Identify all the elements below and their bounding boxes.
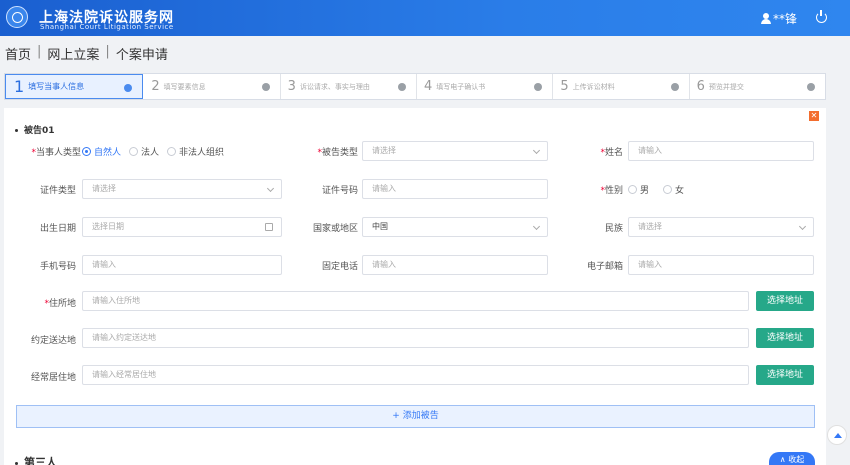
step-status-icon [124, 84, 133, 92]
radio-natural-person[interactable]: 自然人 [82, 145, 121, 158]
id-type-select[interactable]: 请选择 [82, 179, 282, 199]
step-label: 填写电子确认书 [436, 82, 486, 91]
breadcrumb-current: 个案申请 [115, 48, 168, 63]
step-status-icon [261, 83, 270, 91]
back-to-top-icon[interactable] [827, 425, 847, 445]
close-icon[interactable]: ✕ [809, 111, 819, 121]
country-select[interactable]: 中国 [362, 217, 548, 237]
breadcrumb-online-filing[interactable]: 网上立案 [47, 44, 99, 63]
landline-input[interactable]: 请输入 [362, 255, 548, 275]
user-icon [761, 13, 771, 24]
step-label: 上传诉讼材料 [572, 82, 615, 91]
username: **锋 [773, 12, 798, 26]
habitual-residence-input[interactable]: 请输入经常居住地 [82, 365, 749, 385]
service-address-label: 约定送达地 [30, 336, 76, 346]
user-menu[interactable]: **锋 [761, 10, 797, 27]
birth-date-picker[interactable]: 选择日期 [82, 217, 282, 237]
landline-label: 固定电话 [321, 262, 358, 272]
step-number: 1 [14, 77, 25, 96]
step-1[interactable]: 1 填写当事人信息 [5, 74, 144, 99]
step-status-icon [806, 83, 815, 91]
collapse-button[interactable]: ∧ 收起 [769, 452, 815, 465]
ethnicity-label: 民族 [604, 224, 623, 234]
party-type-label: *当事人类型 [31, 148, 81, 158]
logout-icon[interactable] [816, 10, 827, 23]
radio-female[interactable]: 女 [663, 183, 684, 196]
radio-circle [82, 147, 91, 156]
step-number: 3 [287, 79, 296, 94]
step-6[interactable]: 6 预览并提交 [689, 74, 825, 99]
name-input[interactable]: 请输入 [628, 141, 814, 161]
step-number: 2 [151, 79, 160, 94]
step-number: 5 [560, 79, 569, 94]
step-number: 6 [696, 79, 705, 94]
chevron-down-icon [532, 222, 541, 231]
radio-circle [663, 185, 673, 194]
radio-circle [628, 185, 637, 194]
breadcrumb: 首页 | 网上立案 | 个案申请 [5, 44, 168, 63]
breadcrumb-separator: | [105, 44, 110, 59]
defendant-type-label: *被告类型 [317, 148, 358, 158]
radio-unincorporated[interactable]: 非法人组织 [167, 145, 224, 158]
radio-male[interactable]: 男 [628, 183, 649, 196]
step-label: 预览并提交 [708, 82, 744, 91]
third-party-section-title: 第三人 [15, 454, 57, 465]
id-type-label: 证件类型 [39, 186, 76, 196]
chevron-down-icon [798, 222, 807, 231]
email-input[interactable]: 请输入 [628, 255, 814, 275]
id-number-label: 证件号码 [321, 186, 358, 196]
section-title: 被告01 [15, 123, 55, 136]
chevron-down-icon [532, 146, 541, 155]
step-status-icon [670, 83, 679, 91]
birth-date-label: 出生日期 [39, 224, 76, 234]
defendant-form-card: ✕ 被告01 *当事人类型 自然人 法人 非法人组织 *被告类型 请选择 *姓名… [4, 108, 826, 465]
breadcrumb-separator: | [37, 44, 42, 59]
step-number: 4 [423, 79, 433, 94]
step-progress: 1 填写当事人信息 2 填写要素信息 3 诉讼请求、事实与理由 4 填写电子确认… [4, 73, 826, 100]
top-header: 上海法院诉讼服务网 Shanghai Court Litigation Serv… [0, 0, 850, 36]
step-5[interactable]: 5 上传诉讼材料 [552, 74, 690, 99]
radio-circle [167, 147, 177, 156]
gender-radio-group: 男 女 [628, 183, 684, 196]
gender-label: *性别 [600, 186, 623, 196]
habitual-residence-label: 经常居住地 [30, 373, 76, 383]
defendant-type-select[interactable]: 请选择 [362, 141, 548, 161]
step-status-icon [397, 83, 406, 91]
calendar-icon [265, 223, 273, 231]
party-type-radio-group: 自然人 法人 非法人组织 [82, 145, 224, 158]
service-address-input[interactable]: 请输入约定送达地 [82, 328, 749, 348]
chevron-down-icon [266, 184, 275, 193]
email-label: 电子邮箱 [586, 262, 623, 272]
step-2[interactable]: 2 填写要素信息 [143, 74, 281, 99]
site-subtitle: Shanghai Court Litigation Service [40, 23, 174, 31]
habitual-residence-select-button[interactable]: 选择地址 [756, 365, 814, 385]
step-3[interactable]: 3 诉讼请求、事实与理由 [280, 74, 417, 99]
court-logo-icon [6, 6, 28, 28]
mobile-label: 手机号码 [39, 262, 76, 272]
add-defendant-button[interactable]: + 添加被告 [16, 405, 815, 428]
service-address-select-button[interactable]: 选择地址 [756, 328, 814, 348]
step-label: 填写当事人信息 [28, 82, 85, 91]
residence-label: *住所地 [44, 299, 76, 309]
id-number-input[interactable]: 请输入 [362, 179, 548, 199]
step-status-icon [534, 83, 543, 91]
breadcrumb-home[interactable]: 首页 [5, 44, 31, 63]
country-label: 国家或地区 [312, 224, 358, 234]
ethnicity-select[interactable]: 请选择 [628, 217, 814, 237]
residence-input[interactable]: 请输入住所地 [82, 291, 749, 311]
name-label: *姓名 [600, 148, 623, 158]
radio-legal-person[interactable]: 法人 [129, 145, 159, 158]
step-label: 诉讼请求、事实与理由 [299, 82, 370, 91]
mobile-input[interactable]: 请输入 [82, 255, 282, 275]
step-4[interactable]: 4 填写电子确认书 [416, 74, 554, 99]
residence-select-address-button[interactable]: 选择地址 [756, 291, 814, 311]
step-label: 填写要素信息 [163, 82, 206, 91]
radio-circle [129, 147, 139, 156]
